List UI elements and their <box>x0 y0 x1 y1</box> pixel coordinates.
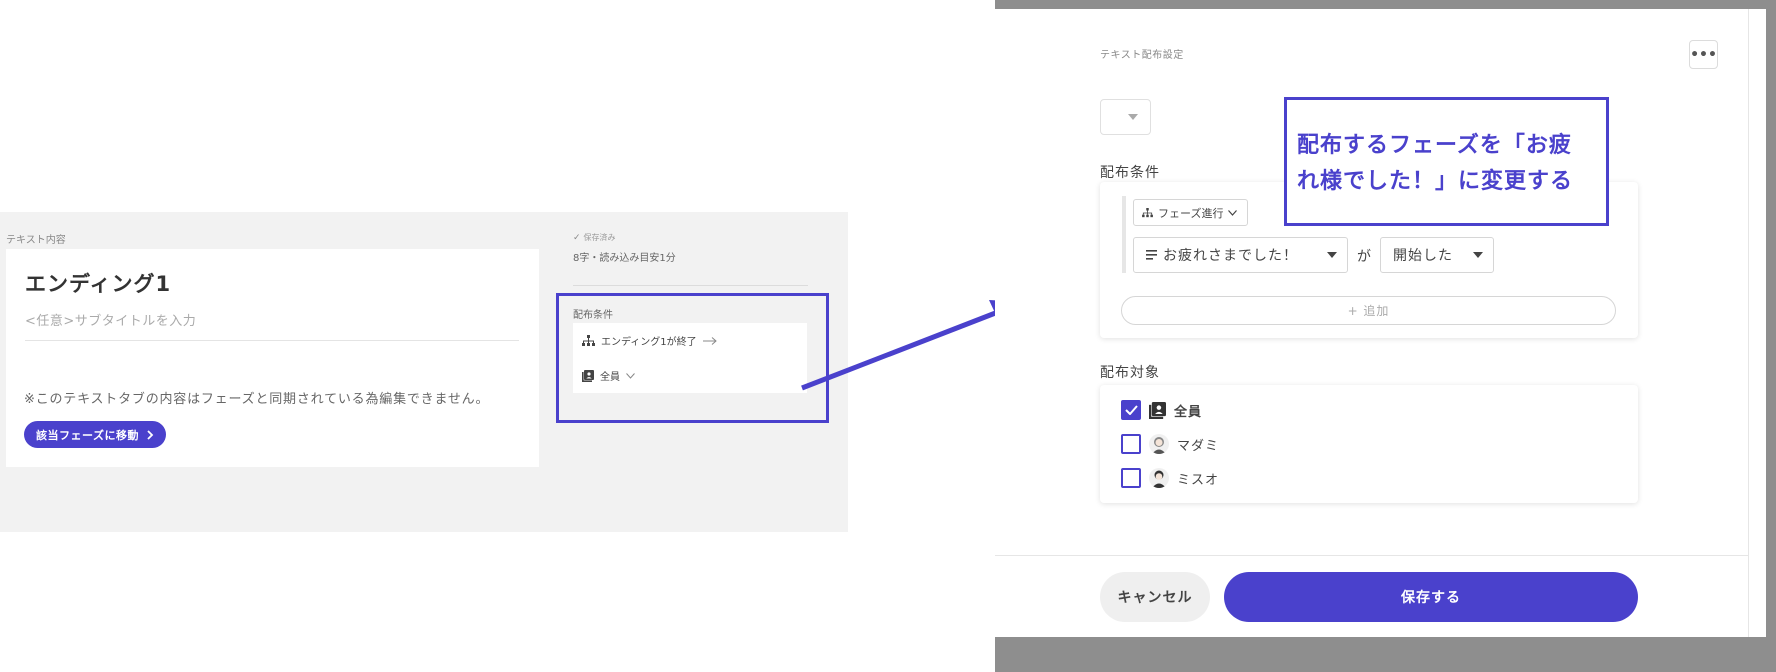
callout-box: 配布するフェーズを「お疲 れ様でした！」に変更する <box>1284 97 1609 226</box>
state-label: 開始した <box>1393 248 1453 264</box>
callout-line: れ様でした！」に変更する <box>1297 169 1574 194</box>
check-icon: ✓ <box>573 232 581 243</box>
check-icon <box>1124 405 1138 415</box>
caret-down-icon <box>1327 252 1337 258</box>
callout-line: 配布するフェーズを「お疲 <box>1297 133 1572 158</box>
add-condition-button[interactable]: + 追加 <box>1121 296 1616 325</box>
chevron-down-icon <box>1228 209 1238 216</box>
save-button[interactable]: 保存する <box>1224 572 1638 622</box>
target-label: マダミ <box>1177 438 1220 454</box>
callout-text: 配布するフェーズを「お疲 れ様でした！」に変更する <box>1297 128 1598 200</box>
goto-phase-label: 該当フェーズに移動 <box>36 429 139 442</box>
targets-title: 配布対象 <box>1100 365 1160 381</box>
cancel-button[interactable]: キャンセル <box>1100 572 1210 622</box>
checkbox-checked[interactable] <box>1121 400 1141 420</box>
modal-heading: テキスト配布設定 <box>1100 50 1184 61</box>
target-label: 全員 <box>1174 404 1203 420</box>
lock-note: ※このテキストタブの内容はフェーズと同期されている為編集できません。 <box>24 392 490 407</box>
subtitle-input[interactable] <box>25 312 519 341</box>
caret-down-icon <box>1473 252 1483 258</box>
checkbox-unchecked[interactable] <box>1121 434 1141 454</box>
condition-bar <box>1122 196 1126 273</box>
target-row-misuo[interactable]: ミスオ <box>1121 468 1219 488</box>
save-status: ✓ 保存済み <box>573 232 616 243</box>
chevron-right-icon <box>147 429 154 440</box>
save-status-label: 保存済み <box>583 233 616 242</box>
avatar-female-icon <box>1149 434 1169 454</box>
target-label: ミスオ <box>1177 472 1220 488</box>
page-title: エンディング1 <box>25 272 172 296</box>
footer-divider <box>995 555 1748 556</box>
people-icon <box>1149 401 1166 419</box>
phase-name-select[interactable]: お疲れさまでした！ <box>1133 237 1348 273</box>
target-row-all[interactable]: 全員 <box>1121 400 1202 420</box>
checkbox-unchecked[interactable] <box>1121 468 1141 488</box>
lines-icon <box>1146 250 1157 260</box>
hierarchy-icon <box>1142 207 1153 217</box>
condition-type-select[interactable]: フェーズ進行 <box>1133 199 1249 226</box>
phase-select[interactable] <box>1100 99 1151 135</box>
caret-down-icon <box>1128 114 1138 120</box>
highlight-box <box>556 293 829 423</box>
conditions-title: 配布条件 <box>1100 165 1160 181</box>
more-icon: ••• <box>1690 46 1717 63</box>
divider <box>573 285 808 286</box>
content-label: テキスト内容 <box>6 235 66 246</box>
avatar-male-icon <box>1149 468 1169 488</box>
scroll-edge <box>1748 9 1749 637</box>
more-options-button[interactable]: ••• <box>1689 40 1718 69</box>
condition-type-label: フェーズ進行 <box>1158 206 1224 220</box>
char-count: 8字・読み込み目安1分 <box>573 253 676 264</box>
state-select[interactable]: 開始した <box>1380 237 1494 273</box>
phase-name-label: お疲れさまでした！ <box>1163 248 1298 264</box>
particle-label: が <box>1357 249 1371 265</box>
goto-phase-button[interactable]: 該当フェーズに移動 <box>24 421 166 448</box>
target-row-madami[interactable]: マダミ <box>1121 434 1219 454</box>
